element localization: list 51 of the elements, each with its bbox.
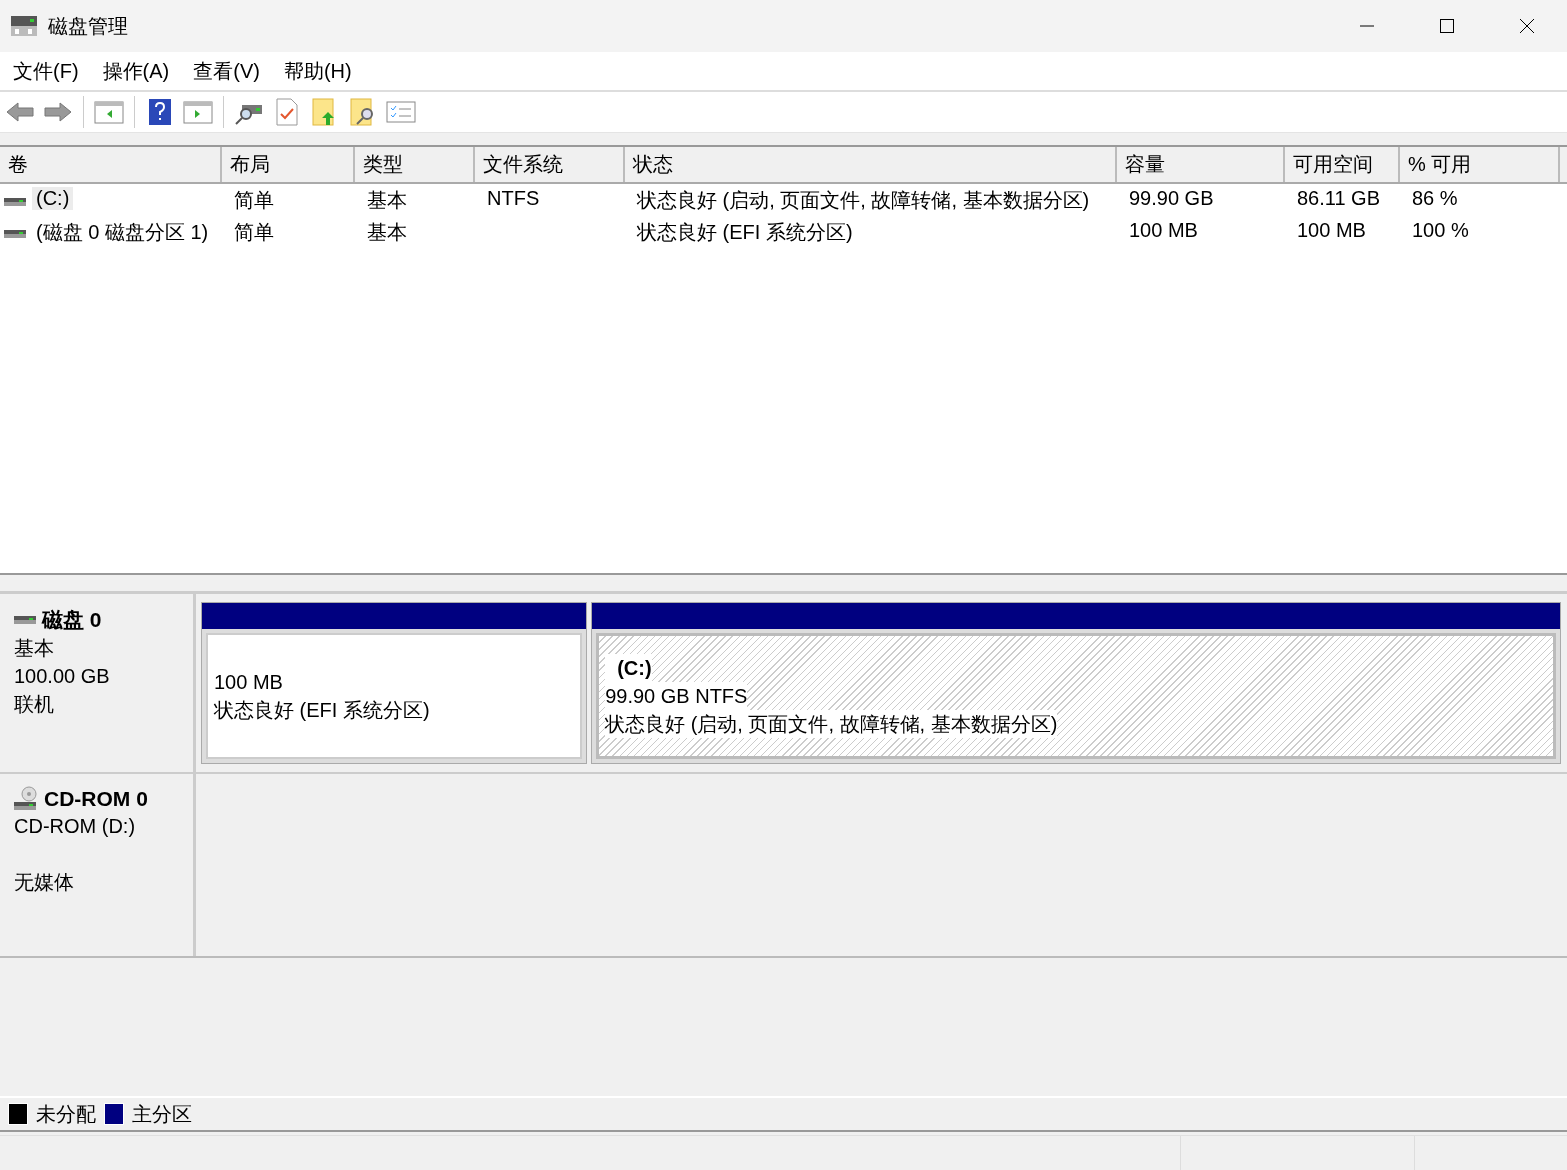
drive-icon xyxy=(14,615,36,625)
partition-label: (C:) xyxy=(605,654,652,682)
column-header[interactable]: 类型 xyxy=(355,147,475,182)
column-header[interactable]: 可用空间 xyxy=(1285,147,1400,182)
column-header[interactable]: 状态 xyxy=(625,147,1117,182)
menu-item[interactable]: 帮助(H) xyxy=(274,53,361,89)
column-header[interactable]: 卷 xyxy=(0,147,222,182)
drive-icon xyxy=(4,197,26,207)
table-cell-text: 简单 xyxy=(233,188,275,213)
legend-label: 主分区 xyxy=(132,1101,192,1127)
menu-item[interactable]: 查看(V) xyxy=(184,53,269,89)
close-icon[interactable] xyxy=(1519,18,1535,34)
table-cell-text: 100 % xyxy=(1411,218,1470,243)
disk-drive-icon xyxy=(10,14,38,38)
partition-status: 状态良好 (启动, 页面文件, 故障转储, 基本数据分区) xyxy=(605,710,1058,738)
legend-label: 未分配 xyxy=(36,1101,96,1127)
table-cell-text: 状态良好 (EFI 系统分区) xyxy=(636,220,854,245)
volume-name[interactable]: (磁盘 0 磁盘分区 1) xyxy=(32,219,213,246)
table-cell-text: 86.11 GB xyxy=(1296,186,1382,211)
table-cell-text: 99.90 GB xyxy=(1128,186,1215,211)
menu-item[interactable]: 操作(A) xyxy=(93,53,179,89)
disk-type: CD-ROM (D:) xyxy=(14,814,137,839)
partition-size: 99.90 GB NTFS xyxy=(605,682,748,710)
volume-name[interactable]: (C:) xyxy=(32,187,74,210)
drive-icon xyxy=(4,229,26,239)
table-cell-text: 基本 xyxy=(366,220,408,245)
column-header[interactable]: % 可用 xyxy=(1400,147,1560,182)
table-cell-text: 简单 xyxy=(233,220,275,245)
table-cell-text: 100 MB xyxy=(1128,218,1199,243)
column-header[interactable]: 文件系统 xyxy=(475,147,625,182)
table-cell-text: 86 % xyxy=(1411,186,1459,211)
disk-status: 联机 xyxy=(14,692,55,717)
partition-block[interactable]: 100 MB 状态良好 (EFI 系统分区) xyxy=(201,602,588,764)
column-header[interactable]: 布局 xyxy=(222,147,355,182)
table-cell-text: 状态良好 (启动, 页面文件, 故障转储, 基本数据分区) xyxy=(636,188,1091,213)
partition-block[interactable]: (C:) 99.90 GB NTFS 状态良好 (启动, 页面文件, 故障转储, 基本数据分区) xyxy=(591,602,1561,764)
window-title: 磁盘管理 xyxy=(48,13,129,39)
disk-type: 基本 xyxy=(14,636,55,661)
table-cell-text: 100 MB xyxy=(1296,218,1367,243)
disk-size: 100.00 GB xyxy=(14,664,111,689)
disk-info-panel[interactable]: CD-ROM 0 CD-ROM (D:) 无媒体 xyxy=(0,774,196,956)
disk-status: 无媒体 xyxy=(14,870,75,895)
table-cell-text: 基本 xyxy=(366,188,408,213)
disk-name: CD-ROM 0 xyxy=(44,787,148,811)
cd-drive-icon xyxy=(14,786,38,812)
maximize-icon[interactable] xyxy=(1439,18,1455,34)
table-cell-text: NTFS xyxy=(486,186,541,211)
disk-info-panel[interactable]: 磁盘 0 基本 100.00 GB 联机 xyxy=(0,594,196,772)
column-header[interactable]: 容量 xyxy=(1117,147,1285,182)
menu-item[interactable]: 文件(F) xyxy=(4,53,88,89)
disk-name: 磁盘 0 xyxy=(42,607,102,633)
